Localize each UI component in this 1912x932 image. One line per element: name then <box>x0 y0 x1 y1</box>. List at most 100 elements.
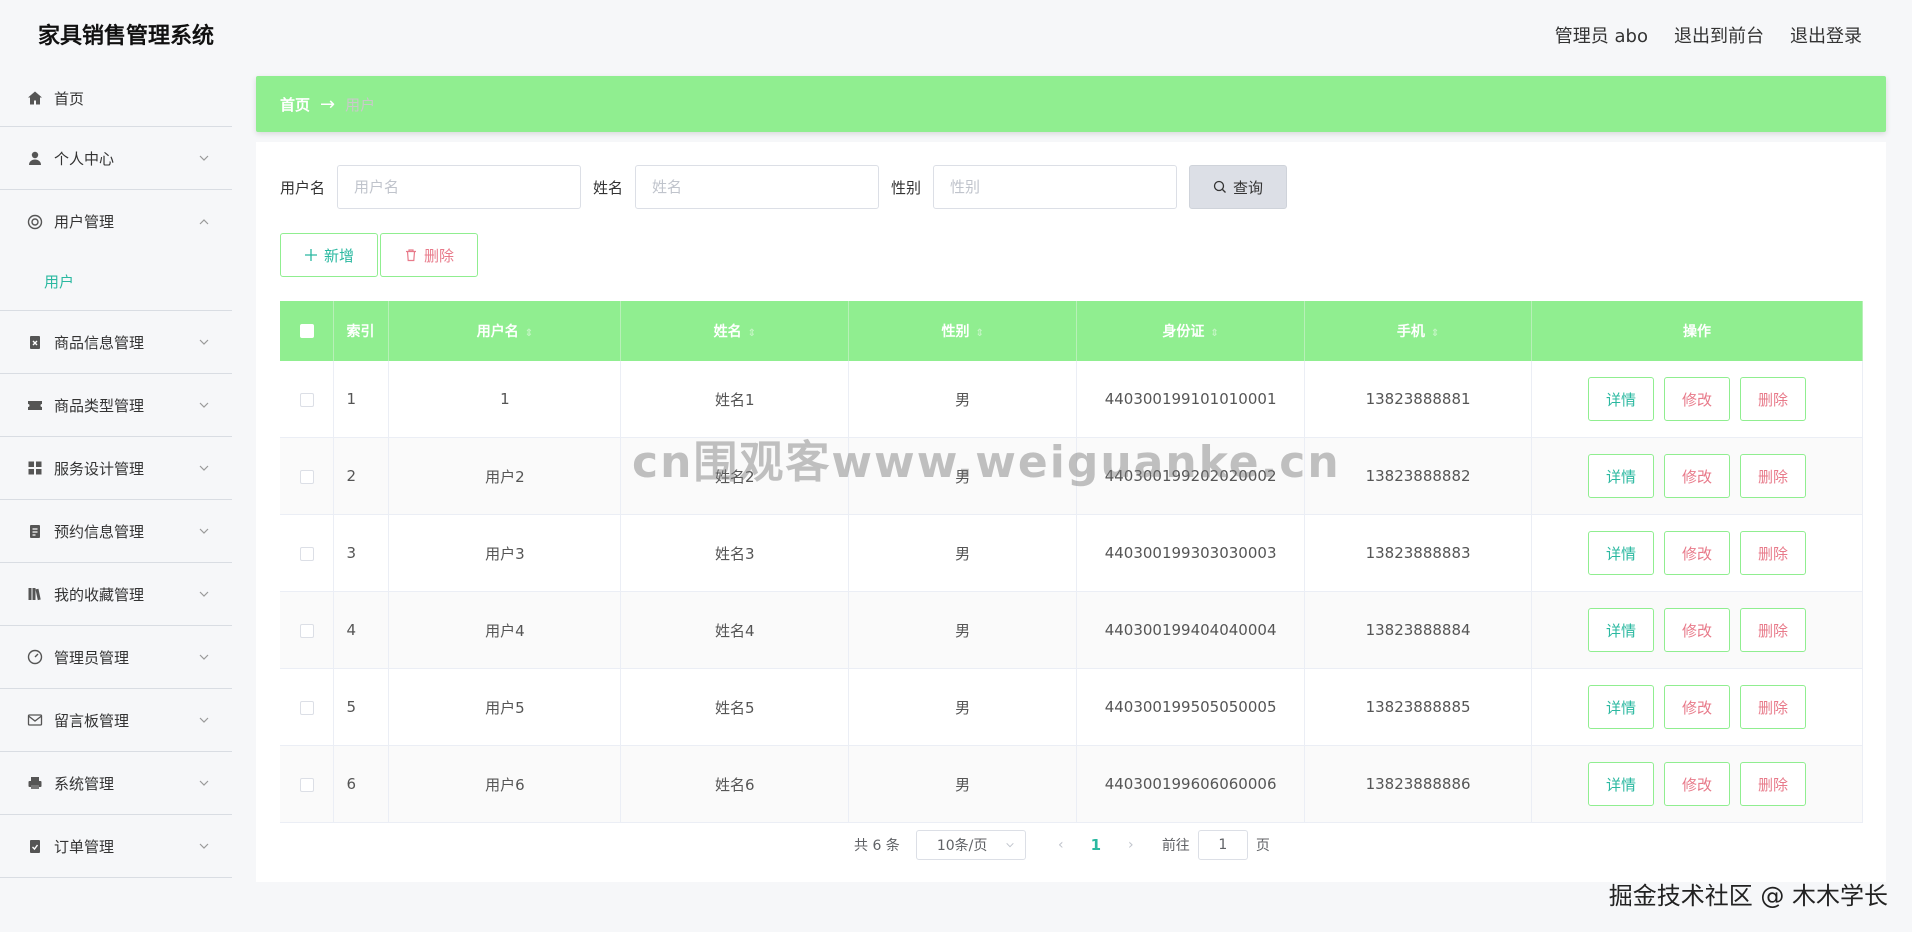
sort-icon[interactable]: ⇕ <box>1210 328 1218 339</box>
page-size-select[interactable]: 10条/页 <box>915 830 1026 860</box>
cell-gender: 男 <box>848 514 1078 592</box>
detail-button[interactable]: 详情 <box>1588 762 1654 806</box>
sidebar-item-home[interactable]: 首页 <box>0 70 232 127</box>
breadcrumb-home[interactable]: 首页 <box>280 94 310 115</box>
sidebar-subitem-users[interactable]: 用户 <box>0 253 232 311</box>
row-select-cell[interactable] <box>280 361 335 438</box>
logout-link[interactable]: 退出登录 <box>1790 22 1862 48</box>
sort-icon[interactable]: ⇕ <box>975 328 983 339</box>
sidebar: 首页 个人中心 用户管理 用户 商品信息管理 商品类型管理 服务设计管理 预约信… <box>0 70 232 878</box>
detail-button[interactable]: 详情 <box>1588 608 1654 652</box>
sidebar-item-product-type[interactable]: 商品类型管理 <box>0 374 232 437</box>
row-checkbox[interactable] <box>299 700 314 715</box>
edit-button[interactable]: 修改 <box>1664 454 1730 498</box>
row-select-cell[interactable] <box>280 514 335 592</box>
next-page-button[interactable]: › <box>1116 837 1146 853</box>
detail-button[interactable]: 详情 <box>1588 531 1654 575</box>
edit-button[interactable]: 修改 <box>1664 608 1730 652</box>
detail-button[interactable]: 详情 <box>1588 377 1654 421</box>
chevron-down-icon <box>199 402 209 408</box>
grid-icon <box>26 459 44 477</box>
row-checkbox[interactable] <box>299 777 314 792</box>
cell-name: 姓名3 <box>620 514 850 592</box>
delete-row-button[interactable]: 删除 <box>1740 377 1806 421</box>
sort-icon[interactable]: ⇕ <box>748 328 756 339</box>
add-button-label: 新增 <box>323 246 354 265</box>
header-gender[interactable]: 性别 ⇕ <box>848 301 1078 361</box>
header-phone-label: 手机 <box>1396 324 1425 340</box>
prev-page-button[interactable]: ‹ <box>1046 837 1076 853</box>
sidebar-item-favorites[interactable]: 我的收藏管理 <box>0 563 232 626</box>
sort-icon[interactable]: ⇕ <box>1431 328 1439 339</box>
chevron-down-icon <box>199 717 209 723</box>
sidebar-item-message-board[interactable]: 留言板管理 <box>0 689 232 752</box>
edit-button[interactable]: 修改 <box>1664 685 1730 729</box>
edit-button[interactable]: 修改 <box>1664 377 1730 421</box>
cell-username: 1 <box>388 361 622 438</box>
query-button[interactable]: 查询 <box>1189 165 1288 209</box>
cell-username: 用户4 <box>388 591 622 669</box>
cell-gender: 男 <box>848 437 1078 515</box>
exit-to-frontend-link[interactable]: 退出到前台 <box>1674 22 1764 48</box>
sidebar-item-user-management[interactable]: 用户管理 <box>0 190 232 253</box>
row-checkbox[interactable] <box>299 546 314 561</box>
delete-row-button[interactable]: 删除 <box>1740 762 1806 806</box>
chevron-down-icon <box>199 780 209 786</box>
select-all-header[interactable] <box>280 301 335 361</box>
header-name[interactable]: 姓名 ⇕ <box>620 301 850 361</box>
header-id-card[interactable]: 身份证 ⇕ <box>1076 301 1306 361</box>
cell-phone: 13823888881 <box>1304 361 1533 438</box>
sidebar-item-label: 用户管理 <box>54 213 115 231</box>
delete-button-label: 删除 <box>423 246 454 265</box>
cell-username: 用户3 <box>388 514 622 592</box>
batch-delete-button[interactable]: 删除 <box>380 233 478 277</box>
sidebar-item-admin[interactable]: 管理员管理 <box>0 626 232 689</box>
sidebar-item-product-info[interactable]: 商品信息管理 <box>0 311 232 374</box>
username-input[interactable] <box>337 165 582 209</box>
select-all-checkbox[interactable] <box>299 324 314 338</box>
row-select-cell[interactable] <box>280 745 335 823</box>
clipboard-x-icon <box>26 333 44 351</box>
sort-icon[interactable]: ⇕ <box>525 328 533 339</box>
detail-button[interactable]: 详情 <box>1588 685 1654 729</box>
cell-index: 4 <box>333 591 390 669</box>
cell-name: 姓名2 <box>620 437 850 515</box>
delete-row-button[interactable]: 删除 <box>1740 454 1806 498</box>
gender-input[interactable] <box>933 165 1178 209</box>
sidebar-item-appointment[interactable]: 预约信息管理 <box>0 500 232 563</box>
user-icon <box>26 149 44 167</box>
mail-icon <box>26 711 44 729</box>
sidebar-item-orders[interactable]: 订单管理 <box>0 815 232 878</box>
cell-name: 姓名6 <box>620 745 850 823</box>
sidebar-item-service-design[interactable]: 服务设计管理 <box>0 437 232 500</box>
edit-button[interactable]: 修改 <box>1664 531 1730 575</box>
add-button[interactable]: 新增 <box>280 233 378 277</box>
row-select-cell[interactable] <box>280 668 335 746</box>
header-username[interactable]: 用户名 ⇕ <box>388 301 622 361</box>
row-select-cell[interactable] <box>280 591 335 669</box>
sidebar-item-label: 服务设计管理 <box>54 459 145 478</box>
row-select-cell[interactable] <box>280 437 335 515</box>
goto-page-input[interactable] <box>1197 830 1248 860</box>
header-phone[interactable]: 手机 ⇕ <box>1304 301 1533 361</box>
row-checkbox[interactable] <box>299 392 314 407</box>
row-checkbox[interactable] <box>299 623 314 638</box>
plus-icon <box>304 249 317 261</box>
delete-row-button[interactable]: 删除 <box>1740 608 1806 652</box>
chevron-down-icon <box>1006 842 1014 848</box>
cell-gender: 男 <box>848 591 1078 669</box>
top-bar: 家具销售管理系统 管理员 abo 退出到前台 退出登录 <box>0 0 1912 68</box>
delete-row-button[interactable]: 删除 <box>1740 531 1806 575</box>
delete-row-button[interactable]: 删除 <box>1740 685 1806 729</box>
edit-button[interactable]: 修改 <box>1664 762 1730 806</box>
table-row: 3 用户3 姓名3 男 440300199303030003 13823888883 详情修… <box>280 514 1863 592</box>
sidebar-item-personal-center[interactable]: 个人中心 <box>0 127 232 190</box>
row-checkbox[interactable] <box>299 469 314 484</box>
sidebar-item-system[interactable]: 系统管理 <box>0 752 232 815</box>
detail-button[interactable]: 详情 <box>1588 454 1654 498</box>
page-number-1[interactable]: 1 <box>1076 836 1116 854</box>
table-row: 2 用户2 姓名2 男 440300199202020002 13823888882 详情修… <box>280 437 1863 515</box>
name-input[interactable] <box>635 165 880 209</box>
admin-user-link[interactable]: 管理员 abo <box>1555 22 1648 48</box>
query-button-label: 查询 <box>1233 178 1264 197</box>
